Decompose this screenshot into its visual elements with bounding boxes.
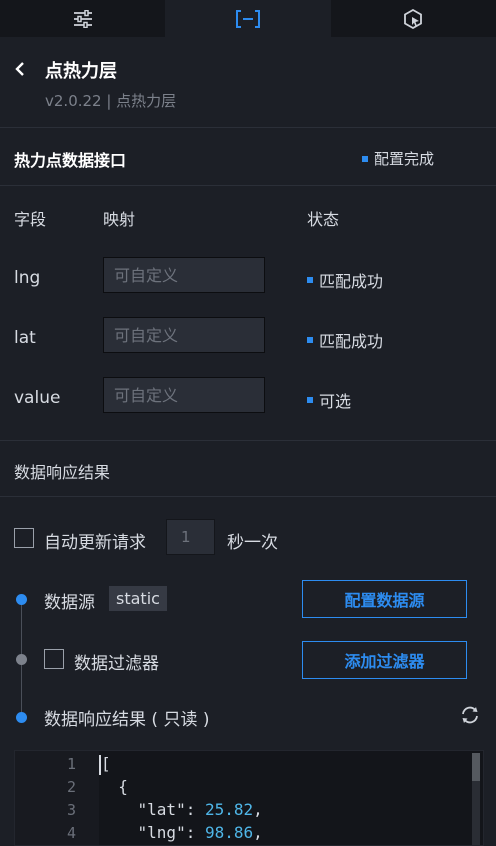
column-header-mapping: 映射 bbox=[103, 210, 136, 229]
timeline-dot-inactive bbox=[16, 654, 27, 665]
response-code-editor[interactable]: 1 2 3 4 [ { "lat": 25.82, "lng": 98.86, bbox=[14, 750, 484, 846]
table-row: lat 匹配成功 bbox=[0, 306, 496, 366]
section-divider bbox=[0, 440, 496, 441]
line-number-gutter: 1 2 3 4 bbox=[15, 751, 99, 845]
filter-checkbox[interactable] bbox=[44, 649, 64, 669]
code-key: "lat": bbox=[137, 800, 205, 819]
api-section-title: 热力点数据接口 bbox=[14, 151, 127, 170]
auto-update-label: 自动更新请求 bbox=[44, 533, 146, 553]
datasource-tag: static bbox=[109, 586, 167, 611]
code-token: [ bbox=[101, 754, 111, 773]
refresh-button[interactable] bbox=[459, 704, 481, 726]
mapping-input-lat[interactable] bbox=[103, 317, 265, 353]
line-number: 3 bbox=[66, 801, 76, 819]
tab-interaction[interactable] bbox=[331, 0, 496, 37]
match-status-text: 匹配成功 bbox=[319, 332, 384, 351]
api-section-header: 热力点数据接口 配置完成 bbox=[0, 128, 496, 186]
mapping-input-lng[interactable] bbox=[103, 257, 265, 293]
code-token: , bbox=[253, 800, 263, 819]
config-status: 配置完成 bbox=[362, 148, 434, 169]
add-filter-button[interactable]: 添加过滤器 bbox=[302, 641, 467, 679]
auto-update-row: 自动更新请求 1 秒一次 bbox=[0, 518, 496, 558]
match-status: 可选 bbox=[307, 388, 351, 412]
line-number: 1 bbox=[66, 755, 76, 773]
field-name: lng bbox=[14, 268, 41, 288]
chevron-left-icon bbox=[15, 62, 24, 76]
filter-label: 数据过滤器 bbox=[74, 654, 159, 674]
page-subtitle: v2.0.22 | 点热力层 bbox=[45, 92, 177, 110]
match-status-text: 匹配成功 bbox=[319, 272, 384, 291]
table-row: lng 匹配成功 bbox=[0, 246, 496, 306]
code-line: "lat": 25.82, bbox=[99, 800, 263, 819]
top-tab-bar bbox=[0, 0, 496, 37]
data-bracket-icon bbox=[235, 9, 260, 28]
tab-style[interactable] bbox=[0, 0, 165, 37]
timeline-dot-active bbox=[16, 594, 27, 605]
response-section-title: 数据响应结果 bbox=[14, 463, 111, 482]
interval-unit: 秒一次 bbox=[227, 533, 278, 553]
table-row: value 可选 bbox=[0, 366, 496, 426]
column-header-field: 字段 bbox=[14, 210, 47, 229]
code-line: { bbox=[99, 777, 128, 796]
back-button[interactable] bbox=[10, 57, 30, 81]
auto-update-checkbox[interactable] bbox=[14, 528, 34, 548]
datasource-label: 数据源 bbox=[44, 593, 95, 613]
field-name: value bbox=[14, 388, 61, 408]
code-token: { bbox=[99, 777, 128, 796]
interval-input[interactable]: 1 bbox=[166, 519, 215, 555]
config-status-text: 配置完成 bbox=[374, 150, 435, 168]
column-header-status: 状态 bbox=[307, 210, 340, 229]
mapping-input-value[interactable] bbox=[103, 377, 265, 413]
code-content: [ { "lat": 25.82, "lng": 98.86, bbox=[99, 751, 263, 845]
code-number: 25.82 bbox=[204, 800, 254, 819]
sliders-icon bbox=[73, 9, 92, 28]
code-key: "lng": bbox=[137, 823, 205, 842]
match-status: 匹配成功 bbox=[307, 328, 383, 352]
interaction-icon bbox=[404, 8, 423, 29]
status-square-icon bbox=[307, 277, 313, 283]
status-square-icon bbox=[307, 337, 313, 343]
code-number: 98.86 bbox=[204, 823, 254, 842]
panel-header: 点热力层 v2.0.22 | 点热力层 bbox=[0, 37, 496, 128]
line-number: 2 bbox=[66, 778, 76, 796]
match-status: 匹配成功 bbox=[307, 268, 383, 292]
tab-data[interactable] bbox=[165, 0, 331, 37]
refresh-icon bbox=[462, 706, 478, 724]
status-square-icon bbox=[307, 397, 313, 403]
status-square-icon bbox=[362, 155, 368, 162]
result-label: 数据响应结果 ( 只读 ) bbox=[44, 710, 210, 730]
code-line: "lng": 98.86, bbox=[99, 823, 263, 842]
config-datasource-button[interactable]: 配置数据源 bbox=[302, 580, 467, 618]
page-title: 点热力层 bbox=[45, 61, 117, 82]
code-token: , bbox=[253, 823, 263, 842]
line-number: 4 bbox=[66, 824, 76, 842]
field-name: lat bbox=[14, 328, 36, 348]
section-divider bbox=[0, 496, 496, 497]
editor-scrollbar-thumb[interactable] bbox=[472, 753, 480, 781]
code-line: [ bbox=[101, 754, 111, 773]
mapping-table-header: 字段 映射 状态 bbox=[0, 186, 496, 244]
timeline-dot-active bbox=[16, 712, 27, 723]
match-status-text: 可选 bbox=[319, 392, 352, 411]
